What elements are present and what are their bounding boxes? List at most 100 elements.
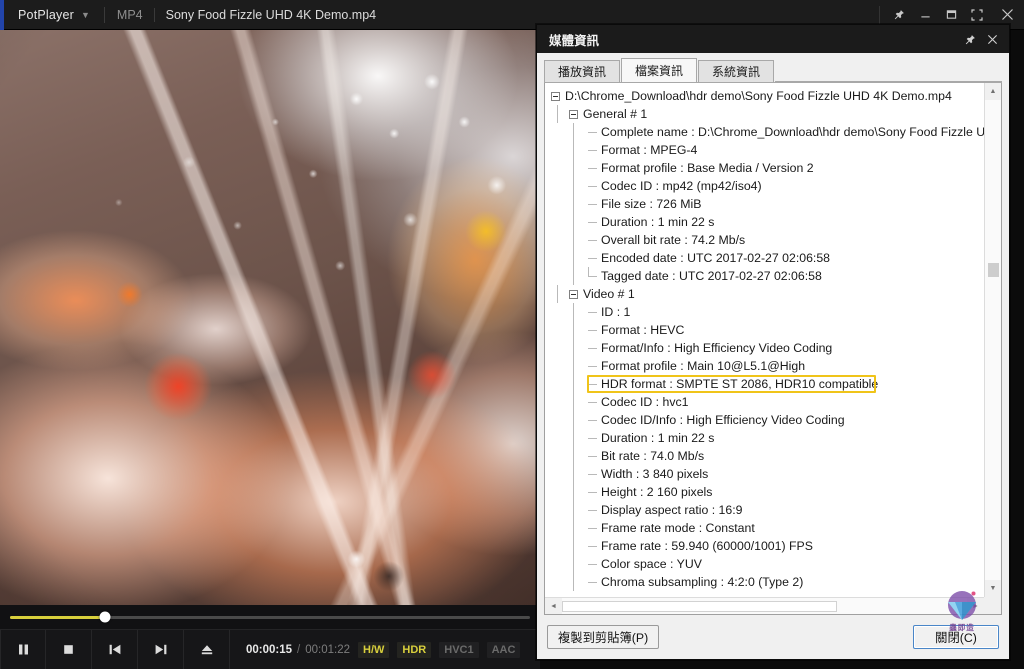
- close-dialog-button[interactable]: 關閉(C): [913, 625, 999, 649]
- tree-row[interactable]: Codec ID/Info : High Efficiency Video Co…: [549, 411, 984, 429]
- scroll-left-arrow-icon[interactable]: ◄: [545, 598, 562, 615]
- status-badge-h-w[interactable]: H/W: [358, 641, 390, 658]
- seek-thumb[interactable]: [99, 611, 111, 623]
- tree-row-label: Display aspect ratio : 16:9: [601, 503, 743, 517]
- tree-row[interactable]: Format profile : Main 10@L5.1@High: [549, 357, 984, 375]
- media-info-tree[interactable]: D:\Chrome_Download\hdr demo\Sony Food Fi…: [545, 83, 984, 597]
- tree-row[interactable]: Frame rate : 59.940 (60000/1001) FPS: [549, 537, 984, 555]
- tree-row[interactable]: Overall bit rate : 74.2 Mb/s: [549, 231, 984, 249]
- tree-row[interactable]: Codec ID : mp42 (mp42/iso4): [549, 177, 984, 195]
- dialog-pin-icon[interactable]: [959, 27, 981, 51]
- tree-guide-line: [573, 321, 574, 339]
- scrollbar-corner: [984, 597, 1001, 614]
- scroll-up-arrow-icon[interactable]: ▲: [984, 83, 1001, 100]
- tree-row[interactable]: Complete name : D:\Chrome_Download\hdr d…: [549, 123, 984, 141]
- stop-button[interactable]: [46, 629, 92, 669]
- collapse-icon[interactable]: [569, 110, 578, 119]
- tree-row[interactable]: D:\Chrome_Download\hdr demo\Sony Food Fi…: [549, 87, 984, 105]
- video-frame: [0, 30, 540, 605]
- collapse-icon[interactable]: [569, 290, 578, 299]
- tree-guide-line: [557, 285, 558, 303]
- tree-guide-tick: [588, 330, 597, 331]
- dialog-tab-0[interactable]: 播放資訊: [544, 60, 621, 82]
- tree-row-label: Format : HEVC: [601, 323, 685, 337]
- dialog-close-icon[interactable]: [981, 27, 1003, 51]
- copy-to-clipboard-button[interactable]: 複製到剪貼簿(P): [547, 625, 660, 649]
- tree-row-label: Chroma subsampling : 4:2:0 (Type 2): [601, 575, 804, 589]
- tree-row[interactable]: ID : 1: [549, 303, 984, 321]
- tree-guide-line: [573, 231, 574, 249]
- tree-guide-line: [573, 249, 574, 267]
- tree-guide-tick: [588, 240, 597, 241]
- status-badge-hvc1[interactable]: HVC1: [439, 641, 479, 658]
- vertical-scroll-thumb[interactable]: [987, 263, 999, 278]
- tree-guide-tick: [588, 564, 597, 565]
- tree-row-label: ID : 1: [601, 305, 631, 319]
- tree-row[interactable]: Tagged date : UTC 2017-02-27 02:06:58: [549, 267, 984, 285]
- tree-row[interactable]: Color space : YUV: [549, 555, 984, 573]
- tree-row[interactable]: Display aspect ratio : 16:9: [549, 501, 984, 519]
- next-button[interactable]: [138, 629, 184, 669]
- tree-row[interactable]: Format : MPEG-4: [549, 141, 984, 159]
- tree-guide-tick: [588, 456, 597, 457]
- dialog-tabs-filler: [775, 81, 1002, 82]
- scroll-down-arrow-icon[interactable]: ▼: [984, 580, 1001, 597]
- tree-row[interactable]: Format : HEVC: [549, 321, 984, 339]
- tree-guide-tick: [588, 222, 597, 223]
- pause-button[interactable]: [0, 629, 46, 669]
- previous-button[interactable]: [92, 629, 138, 669]
- tree-row[interactable]: Height : 2 160 pixels: [549, 483, 984, 501]
- tree-row[interactable]: Codec ID : hvc1: [549, 393, 984, 411]
- tree-row-label: Encoded date : UTC 2017-02-27 02:06:58: [601, 251, 831, 265]
- tree-row[interactable]: General # 1: [549, 105, 984, 123]
- video-surface[interactable]: [0, 30, 540, 605]
- tree-guide-tick: [588, 420, 597, 421]
- tree-row[interactable]: Encoded date : UTC 2017-02-27 02:06:58: [549, 249, 984, 267]
- tree-guide-line: [573, 465, 574, 483]
- tree-row[interactable]: Format profile : Base Media / Version 2: [549, 159, 984, 177]
- tree-row-label: File size : 726 MiB: [601, 197, 702, 211]
- tree-guide-line: [573, 375, 574, 393]
- tree-row-label: Frame rate : 59.940 (60000/1001) FPS: [601, 539, 813, 553]
- tree-row[interactable]: Video # 1: [549, 285, 984, 303]
- scroll-right-arrow-icon[interactable]: ►: [967, 598, 984, 615]
- tree-row[interactable]: Bit rate : 74.0 Mb/s: [549, 447, 984, 465]
- tree-guide-tick: [588, 312, 597, 313]
- tree-row[interactable]: Chroma subsampling : 4:2:0 (Type 2): [549, 573, 984, 591]
- tree-row-label: Format/Info : High Efficiency Video Codi…: [601, 341, 833, 355]
- seek-track[interactable]: [10, 611, 530, 623]
- media-info-tree-pane[interactable]: D:\Chrome_Download\hdr demo\Sony Food Fi…: [544, 83, 1002, 615]
- status-badge-hdr[interactable]: HDR: [397, 641, 432, 658]
- app-name-label[interactable]: PotPlayer: [4, 8, 74, 22]
- tree-row[interactable]: Frame rate mode : Constant: [549, 519, 984, 537]
- vertical-scrollbar[interactable]: ▲ ▼: [984, 83, 1001, 597]
- horizontal-scrollbar[interactable]: ◄ ►: [545, 597, 984, 614]
- horizontal-scroll-thumb[interactable]: [562, 600, 838, 612]
- tree-guide-tick: [588, 528, 597, 529]
- media-info-dialog: 媒體資訊 播放資訊 檔案資訊 系統資訊 D:\Chrome_Download\hdr…: [536, 24, 1010, 660]
- tree-row-label: Format : MPEG-4: [601, 143, 698, 157]
- tree-row[interactable]: Width : 3 840 pixels: [549, 465, 984, 483]
- dialog-tab-1[interactable]: 檔案資訊: [621, 58, 698, 82]
- chevron-down-icon[interactable]: ▼: [81, 10, 90, 20]
- tree-guide-tick: [588, 438, 597, 439]
- time-separator: /: [297, 643, 301, 656]
- seek-progress-fill: [10, 615, 106, 619]
- tree-row[interactable]: File size : 726 MiB: [549, 195, 984, 213]
- collapse-icon[interactable]: [551, 92, 560, 101]
- tree-row-label: Video # 1: [583, 287, 635, 301]
- tree-guide-tick: [588, 546, 597, 547]
- tree-row[interactable]: Duration : 1 min 22 s: [549, 213, 984, 231]
- dialog-tab-2[interactable]: 系統資訊: [698, 60, 775, 82]
- tree-guide-tick: [588, 267, 597, 277]
- tree-row[interactable]: Format/Info : High Efficiency Video Codi…: [549, 339, 984, 357]
- tree-row-label: Width : 3 840 pixels: [601, 467, 709, 481]
- tree-row[interactable]: Duration : 1 min 22 s: [549, 429, 984, 447]
- seek-bar[interactable]: [0, 605, 540, 629]
- dialog-body: 播放資訊 檔案資訊 系統資訊 D:\Chrome_Download\hdr demo…: [537, 53, 1009, 615]
- eject-button[interactable]: [184, 629, 230, 669]
- horizontal-scroll-track[interactable]: [562, 597, 967, 614]
- status-badge-aac[interactable]: AAC: [486, 641, 521, 658]
- vertical-scroll-track[interactable]: [984, 100, 1001, 580]
- tree-row-highlighted[interactable]: HDR format : SMPTE ST 2086, HDR10 compat…: [549, 375, 984, 393]
